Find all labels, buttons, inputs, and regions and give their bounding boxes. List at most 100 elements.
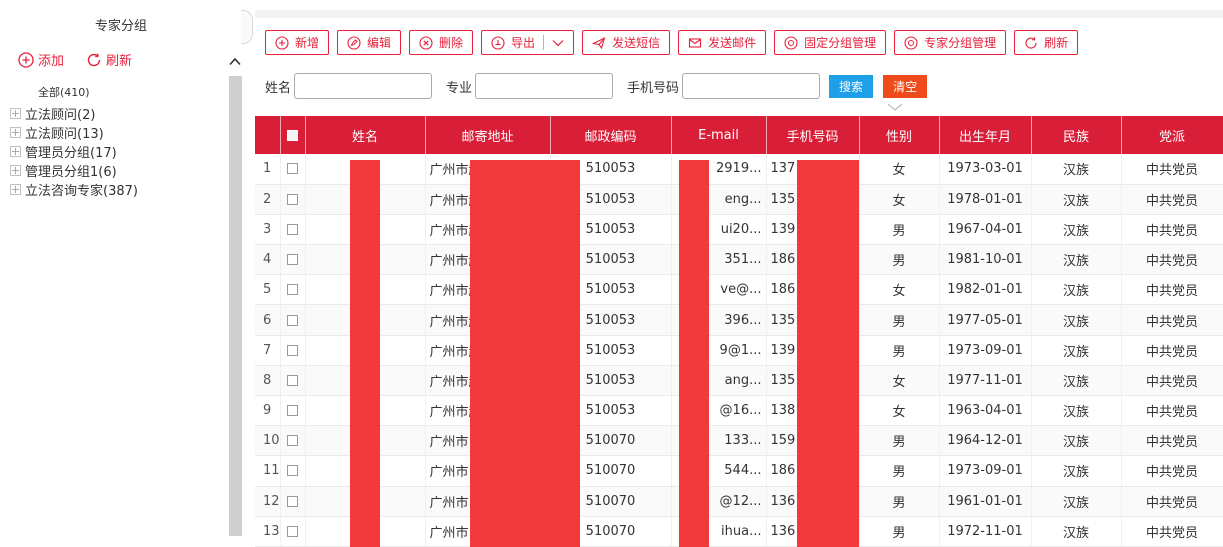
tree-item-all[interactable]: 全部(410) [38,84,90,100]
send-sms-button[interactable]: 发送短信 [582,30,671,55]
edit-button-label: 编辑 [367,36,392,50]
table-row[interactable]: 1吴广州市越秀5100532919...137女1973-03-01汉族中共党员 [255,154,1223,185]
table-row[interactable]: 11敖广州市510070544...186男1973-09-01汉族中共党员 [255,455,1223,487]
expert-group-button[interactable]: 专家分组管理 [894,30,1007,55]
collapse-panel-tab[interactable] [241,10,253,44]
table-row[interactable]: 8危广州市越秀510053ang...135女1977-11-01汉族中共党员 [255,365,1223,397]
table-row[interactable]: 3吴广州市越秀510053ui20...139男1967-04-01汉族中共党员 [255,214,1223,246]
group-settings-icon [784,35,798,50]
tree-item[interactable]: 管理员分组(17) [10,142,138,161]
party-cell: 中共党员 [1121,365,1223,397]
group-tree: 立法顾问(2) 立法顾问(13) 管理员分组(17) 管理员分组1(6) 立法咨… [10,104,138,199]
party-cell: 中共党员 [1121,154,1223,185]
row-number: 1 [255,154,281,185]
export-icon [491,35,505,50]
table-row[interactable]: 10李广州市510070133...159男1964-12-01汉族中共党员 [255,425,1223,457]
refresh-button[interactable]: 刷新 [1014,30,1079,55]
expand-icon[interactable] [10,184,21,195]
expert-group-label: 专家分组管理 [924,36,997,50]
gender-cell: 女 [859,395,940,427]
column-header[interactable]: E-mail [671,116,767,154]
add-group-button[interactable]: 添加 [18,50,64,69]
expand-icon[interactable] [10,127,21,138]
column-header[interactable]: 邮寄地址 [425,116,551,154]
row-number: 12 [255,486,281,517]
tree-item[interactable]: 立法咨询专家(387) [10,180,138,199]
send-email-button[interactable]: 发送邮件 [678,30,767,55]
nation-cell: 汉族 [1031,516,1122,547]
name-input[interactable] [294,73,433,99]
row-checkbox[interactable] [280,214,306,246]
major-input[interactable] [475,73,614,99]
fixed-group-label: 固定分组管理 [804,36,877,50]
row-checkbox[interactable] [280,184,306,215]
row-checkbox[interactable] [280,335,306,366]
table-row[interactable]: 7欧广州市越5100539@1...139男1973-09-01汉族中共党员 [255,335,1223,366]
toolbar-area: 新增 编辑 删除 导出 发送短信 发送邮件 固定分组管理 专家分组管理 刷新 姓… [255,10,1223,111]
birth-cell: 1967-04-01 [939,214,1032,246]
expand-icon[interactable] [10,108,21,119]
refresh-groups-label: 刷新 [106,54,133,69]
search-button[interactable]: 搜索 [829,74,874,98]
phone-input[interactable] [682,73,821,99]
row-checkbox[interactable] [280,395,306,427]
row-checkbox[interactable] [280,154,306,185]
expert-table: 姓名 邮寄地址 邮政编码 E-mail 手机号码 性别 出生年月 民族 党派 1… [255,116,1223,547]
gender-cell: 男 [859,455,940,487]
row-number: 10 [255,425,281,457]
expand-icon[interactable] [10,146,21,157]
column-header[interactable]: 出生年月 [939,116,1032,154]
export-dropdown[interactable]: 导出 [481,30,575,55]
column-header[interactable]: 民族 [1031,116,1122,154]
column-header[interactable]: 姓名 [305,116,426,154]
group-settings-icon [904,35,918,50]
nation-cell: 汉族 [1031,486,1122,517]
send-sms-label: 发送短信 [612,36,661,50]
panel-title: 专家分组 [94,19,147,34]
column-header[interactable]: 手机号码 [766,116,860,154]
nation-cell: 汉族 [1031,184,1122,215]
column-header[interactable]: 性别 [859,116,940,154]
row-checkbox[interactable] [280,455,306,487]
select-all-checkbox[interactable] [280,116,306,154]
scroll-up-arrow-icon[interactable] [229,56,241,69]
table-row[interactable]: 13蔡广州市510070ihua...136男1972-11-01汉族中共党员 [255,516,1223,547]
add-button[interactable]: 新增 [265,30,330,55]
row-checkbox[interactable] [280,274,306,306]
tree-item[interactable]: 管理员分组1(6) [10,161,138,180]
table-row[interactable]: 5刘广州市越秀510053ve@...186女1982-01-01汉族中共党员 [255,274,1223,306]
refresh-label: 刷新 [1044,36,1069,50]
add-group-label: 添加 [38,54,65,69]
chevron-down-icon[interactable] [552,39,564,47]
gender-cell: 女 [859,184,940,215]
table-row[interactable]: 9张广州市越秀510053@16...138女1963-04-01汉族中共党员 [255,395,1223,427]
row-checkbox[interactable] [280,486,306,517]
sidebar-scrollbar[interactable] [229,76,242,536]
birth-cell: 1964-12-01 [939,425,1032,457]
row-checkbox[interactable] [280,365,306,397]
column-header[interactable]: 党派 [1121,116,1223,154]
table-header: 姓名 邮寄地址 邮政编码 E-mail 手机号码 性别 出生年月 民族 党派 [255,116,1223,154]
expand-icon[interactable] [10,165,21,176]
refresh-groups-button[interactable]: 刷新 [86,50,132,69]
table-row[interactable]: 2程广州市越秀510053eng...135女1978-01-01汉族中共党员 [255,184,1223,215]
delete-button[interactable]: 删除 [409,30,474,55]
clear-button[interactable]: 清空 [883,74,928,98]
row-checkbox[interactable] [280,425,306,457]
party-cell: 中共党员 [1121,516,1223,547]
row-checkbox[interactable] [280,516,306,547]
expand-search-icon[interactable] [887,101,903,116]
row-checkbox[interactable] [280,244,306,276]
tree-item[interactable]: 立法顾问(13) [10,123,138,142]
party-cell: 中共党员 [1121,214,1223,246]
table-row[interactable]: 6马广州市越秀510053396...135男1977-05-01汉族中共党员 [255,304,1223,336]
tree-item[interactable]: 立法顾问(2) [10,104,138,123]
fixed-group-button[interactable]: 固定分组管理 [774,30,887,55]
table-row[interactable]: 4乔广州市越秀510053351...186男1981-10-01汉族中共党员 [255,244,1223,276]
edit-button[interactable]: 编辑 [337,30,402,55]
column-header[interactable]: 邮政编码 [550,116,672,154]
table-row[interactable]: 12王广州市510070@12...136男1961-01-01汉族中共党员 [255,486,1223,517]
row-checkbox[interactable] [280,304,306,336]
party-cell: 中共党员 [1121,184,1223,215]
row-number: 4 [255,244,281,276]
